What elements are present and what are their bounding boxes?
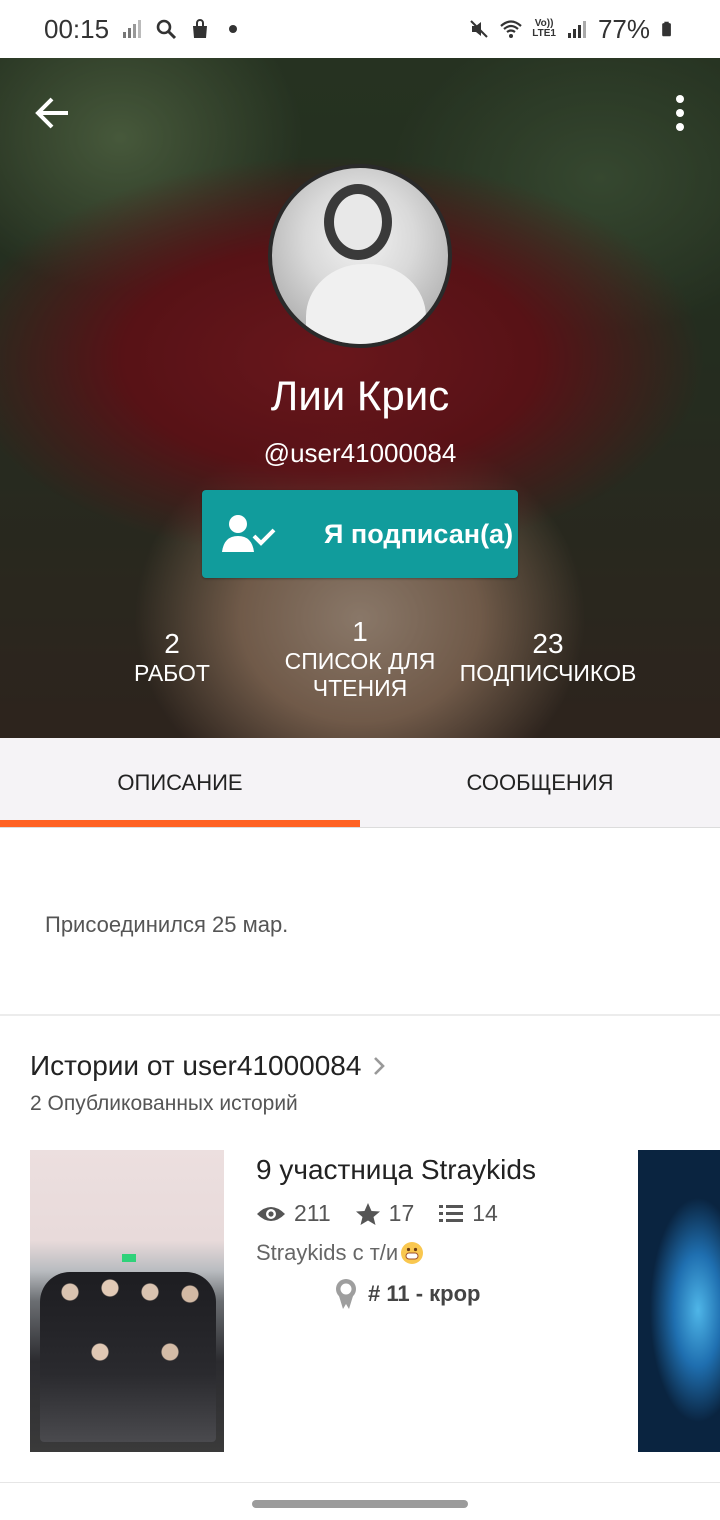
story-description: Straykids с т/и bbox=[256, 1240, 424, 1266]
cover-group-photo bbox=[40, 1272, 216, 1442]
volte-icon: Vo)) LTE1 bbox=[532, 18, 556, 39]
grin-emoji-icon bbox=[401, 1242, 424, 1264]
following-button[interactable]: Я подписан(а) bbox=[202, 490, 518, 578]
profile-header: Лии Крис @user41000084 Я подписан(а) 2 Р… bbox=[0, 58, 720, 738]
notification-dot-icon bbox=[229, 25, 238, 33]
tab-messages[interactable]: СООБЩЕНИЯ bbox=[360, 738, 720, 827]
story-rank[interactable]: # 11 - крор bbox=[334, 1278, 480, 1310]
profile-username: @user41000084 bbox=[263, 438, 457, 468]
avatar[interactable] bbox=[268, 164, 452, 348]
mute-icon bbox=[470, 20, 488, 38]
stat-reading-list-label: СПИСОК ДЛЯ ЧТЕНИЯ bbox=[284, 648, 436, 701]
stat-works-value: 2 bbox=[164, 628, 180, 659]
story-parts-value: 14 bbox=[472, 1200, 498, 1226]
stat-works-label: РАБОТ bbox=[134, 660, 210, 686]
profile-name: Лии Крис bbox=[270, 372, 450, 419]
list-icon bbox=[439, 1204, 464, 1222]
signal-icon bbox=[123, 20, 142, 38]
status-bar: 00:15 Vo)) LTE1 77% bbox=[0, 0, 720, 58]
bag-icon bbox=[193, 19, 208, 38]
more-vert-icon[interactable] bbox=[670, 92, 690, 134]
status-time: 00:15 bbox=[44, 13, 110, 44]
eye-icon bbox=[257, 1206, 285, 1221]
story-title[interactable]: 9 участница Straykids bbox=[256, 1154, 536, 1186]
cell-signal-icon bbox=[567, 21, 586, 38]
chevron-right-icon bbox=[374, 1057, 386, 1075]
home-indicator[interactable] bbox=[252, 1500, 468, 1508]
joined-date: Присоединился 25 мар. bbox=[45, 912, 289, 937]
user-check-icon bbox=[222, 515, 276, 552]
avatar-face bbox=[334, 194, 382, 250]
avatar-body bbox=[306, 264, 426, 344]
story-cover-image[interactable] bbox=[30, 1150, 224, 1452]
story-votes-value: 17 bbox=[388, 1200, 415, 1226]
stat-followers-label: ПОДПИСЧИКОВ bbox=[459, 660, 637, 686]
story-description-text: Straykids с т/и bbox=[256, 1240, 399, 1265]
story-votes: 17 bbox=[355, 1200, 415, 1227]
stories-section-title[interactable]: Истории от user41000084 bbox=[30, 1050, 389, 1082]
stories-count: 2 Опубликованных историй bbox=[30, 1092, 298, 1115]
stat-reading-list-value: 1 bbox=[352, 616, 368, 647]
stat-reading-list[interactable]: 1 СПИСОК ДЛЯ ЧТЕНИЯ bbox=[270, 616, 450, 702]
story-views-value: 211 bbox=[294, 1200, 331, 1226]
story-rank-text: # 11 - крор bbox=[368, 1281, 481, 1306]
story-stats: 211 17 14 bbox=[256, 1200, 522, 1227]
story-views: 211 bbox=[256, 1200, 331, 1227]
story-cover-image-2[interactable] bbox=[638, 1150, 720, 1452]
award-ribbon-icon bbox=[336, 1279, 356, 1309]
stories-title-text: Истории от user41000084 bbox=[30, 1050, 362, 1081]
profile-tabs: ОПИСАНИЕ СООБЩЕНИЯ bbox=[0, 738, 720, 828]
stat-works[interactable]: 2 РАБОТ bbox=[112, 628, 232, 687]
stat-followers[interactable]: 23 ПОДПИСЧИКОВ bbox=[456, 628, 640, 687]
battery-percent: 77% bbox=[597, 13, 650, 44]
star-icon bbox=[355, 1202, 380, 1225]
stat-followers-value: 23 bbox=[532, 628, 564, 659]
cover-exit-sign bbox=[122, 1254, 136, 1262]
arrow-left-icon[interactable] bbox=[32, 92, 74, 134]
tab-description[interactable]: ОПИСАНИЕ bbox=[0, 738, 360, 827]
battery-icon bbox=[662, 21, 671, 37]
story-parts: 14 bbox=[438, 1200, 498, 1227]
following-button-label: Я подписан(а) bbox=[324, 518, 514, 549]
wifi-icon bbox=[500, 20, 522, 38]
bottom-divider bbox=[0, 1482, 720, 1483]
section-divider bbox=[0, 1014, 720, 1016]
search-icon bbox=[156, 19, 177, 40]
profile-stats: 2 РАБОТ 1 СПИСОК ДЛЯ ЧТЕНИЯ 23 ПОДПИСЧИК… bbox=[0, 616, 720, 718]
